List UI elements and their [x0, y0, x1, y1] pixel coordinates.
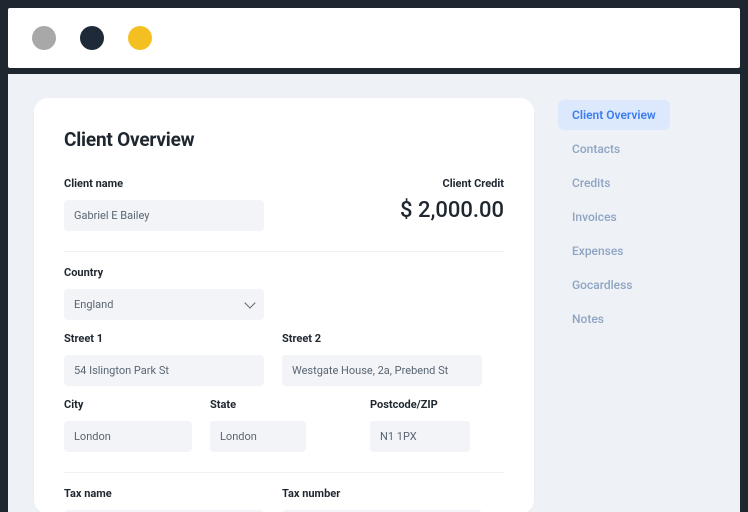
street1-input[interactable]: [64, 355, 264, 386]
client-overview-card: Client Overview Client name Client Credi…: [34, 98, 534, 512]
client-name-input[interactable]: [64, 200, 264, 231]
nav-notes[interactable]: Notes: [558, 304, 670, 334]
window-titlebar: [8, 8, 740, 68]
tax-number-label: Tax number: [282, 487, 482, 500]
divider: [64, 472, 504, 473]
postcode-input[interactable]: [370, 421, 470, 452]
country-select[interactable]: England: [64, 289, 264, 320]
street2-label: Street 2: [282, 332, 482, 345]
nav-invoices[interactable]: Invoices: [558, 202, 670, 232]
state-input[interactable]: [210, 421, 306, 452]
country-value: England: [74, 298, 113, 311]
client-name-label: Client name: [64, 177, 264, 190]
nav-credits[interactable]: Credits: [558, 168, 670, 198]
app-frame: Client Overview Client name Client Credi…: [0, 0, 748, 512]
nav-gocardless[interactable]: Gocardless: [558, 270, 670, 300]
city-input[interactable]: [64, 421, 192, 452]
country-label: Country: [64, 266, 504, 279]
street2-input[interactable]: [282, 355, 482, 386]
state-label: State: [210, 398, 306, 411]
content-area: Client Overview Client name Client Credi…: [8, 74, 740, 512]
tax-name-label: Tax name: [64, 487, 264, 500]
nav-client-overview[interactable]: Client Overview: [558, 100, 670, 130]
street1-label: Street 1: [64, 332, 264, 345]
side-navigation: Client Overview Contacts Credits Invoice…: [558, 98, 670, 512]
city-label: City: [64, 398, 192, 411]
nav-contacts[interactable]: Contacts: [558, 134, 670, 164]
nav-expenses[interactable]: Expenses: [558, 236, 670, 266]
client-credit-value: $ 2,000.00: [400, 198, 504, 223]
page-title: Client Overview: [64, 128, 504, 151]
traffic-light-close[interactable]: [32, 26, 56, 50]
traffic-light-minimize[interactable]: [80, 26, 104, 50]
traffic-light-maximize[interactable]: [128, 26, 152, 50]
chevron-down-icon: [244, 297, 255, 308]
postcode-label: Postcode/ZIP: [370, 398, 470, 411]
client-credit-label: Client Credit: [443, 177, 504, 190]
divider: [64, 251, 504, 252]
